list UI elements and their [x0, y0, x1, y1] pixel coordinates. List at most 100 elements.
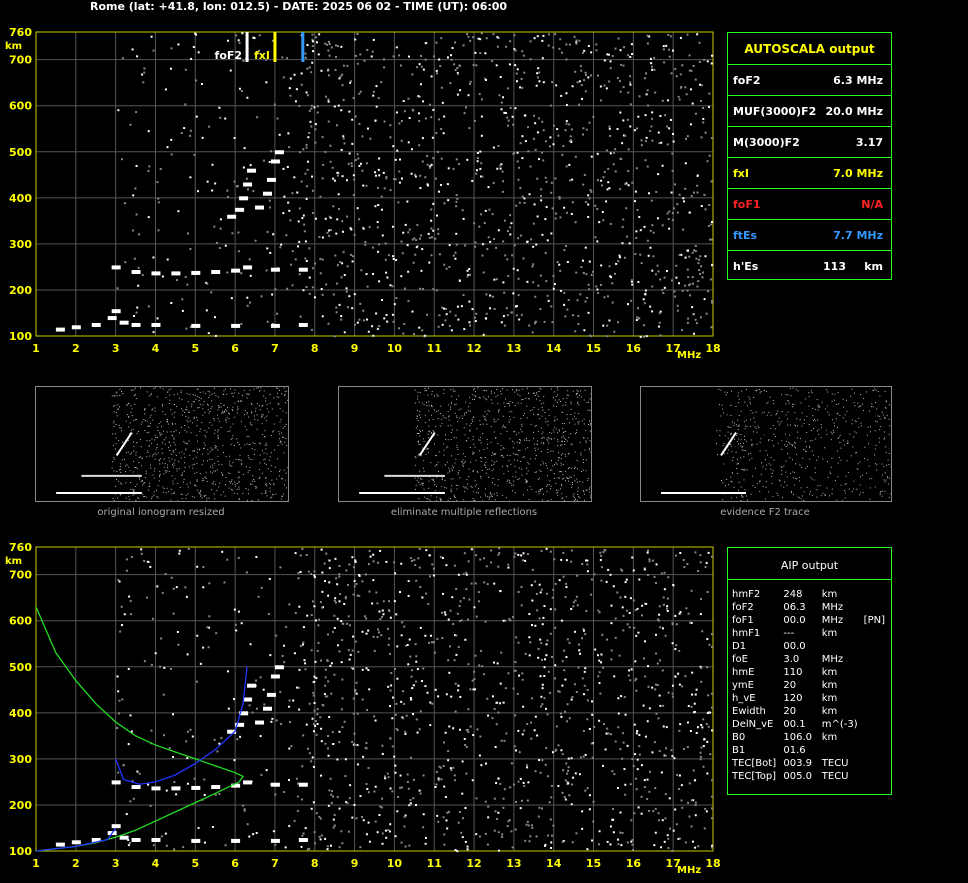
thumb-noise: [276, 415, 278, 417]
thumb-noise: [576, 468, 578, 470]
noise-dot: [588, 197, 591, 200]
noise-dot: [298, 240, 301, 243]
noise-dot: [477, 591, 480, 594]
thumb-noise: [506, 455, 508, 457]
noise-dot: [644, 72, 647, 75]
noise-dot: [693, 711, 696, 714]
noise-dot: [708, 92, 711, 95]
thumb-noise: [751, 390, 753, 392]
noise-dot: [699, 561, 702, 564]
noise-dot: [173, 848, 176, 851]
thumb-noise: [579, 481, 581, 483]
x-tick-label: 6: [231, 342, 239, 355]
noise-dot: [383, 317, 386, 320]
thumb-noise: [226, 393, 228, 395]
thumb-noise: [159, 463, 161, 465]
noise-dot: [655, 683, 658, 686]
thumb-noise: [431, 432, 433, 434]
thumb-noise: [170, 445, 172, 447]
noise-dot: [588, 260, 591, 263]
noise-dot: [336, 282, 339, 285]
thumb-noise: [536, 398, 538, 400]
thumb-noise: [855, 432, 857, 434]
noise-dot: [319, 272, 322, 275]
noise-dot: [584, 90, 587, 93]
thumb-noise: [174, 459, 176, 461]
thumb-noise: [811, 392, 813, 394]
thumb-noise: [885, 479, 887, 481]
noise-dot: [181, 298, 184, 301]
thumb-noise: [286, 390, 288, 392]
thumb-noise: [228, 455, 230, 457]
thumb-noise: [262, 414, 264, 416]
noise-dot: [309, 120, 312, 123]
thumb-noise: [149, 422, 151, 424]
thumb-noise: [261, 472, 263, 474]
thumb-noise: [873, 413, 875, 415]
noise-dot: [356, 594, 359, 597]
thumb-noise: [191, 464, 193, 466]
noise-dot: [654, 831, 657, 834]
noise-dot: [342, 135, 345, 138]
thumb-noise: [744, 428, 746, 430]
thumb-noise: [881, 441, 883, 443]
noise-dot: [311, 286, 314, 289]
thumb-noise: [423, 460, 425, 462]
noise-dot: [571, 178, 574, 181]
noise-dot: [596, 654, 599, 657]
noise-dot: [226, 271, 229, 274]
thumb-noise: [799, 419, 801, 421]
noise-dot: [614, 170, 617, 173]
noise-dot: [517, 237, 520, 240]
noise-dot: [375, 85, 378, 88]
thumb-noise: [811, 440, 813, 442]
thumb-noise: [512, 440, 514, 442]
thumb-noise: [811, 450, 813, 452]
thumb-noise: [814, 418, 816, 420]
noise-dot: [306, 168, 309, 171]
thumb-noise: [755, 390, 757, 392]
noise-dot: [411, 238, 414, 241]
thumb-noise: [285, 412, 287, 414]
thumb-noise: [788, 402, 790, 404]
noise-dot: [710, 326, 713, 329]
thumb-noise: [516, 434, 518, 436]
noise-dot: [545, 654, 548, 657]
noise-dot: [625, 235, 628, 238]
thumb-noise: [175, 405, 177, 407]
thumb-noise: [777, 466, 779, 468]
noise-dot: [468, 127, 471, 130]
thumb-noise: [832, 467, 834, 469]
thumb-noise: [459, 417, 461, 419]
noise-dot: [305, 286, 308, 289]
thumb-noise: [809, 474, 811, 476]
thumb-noise: [550, 450, 552, 452]
noise-dot: [247, 188, 250, 191]
noise-dot: [563, 649, 566, 652]
thumb-noise: [509, 500, 511, 501]
noise-dot: [387, 685, 390, 688]
thumb-noise: [546, 491, 548, 493]
noise-dot: [586, 563, 589, 566]
noise-dot: [274, 843, 277, 846]
noise-dot: [437, 820, 440, 823]
thumb-noise: [861, 425, 863, 427]
thumb-noise: [727, 431, 729, 433]
thumb-noise: [844, 421, 846, 423]
noise-dot: [468, 267, 471, 270]
noise-dot: [598, 671, 601, 674]
thumb-noise: [790, 395, 792, 397]
noise-dot: [486, 583, 489, 586]
thumb-noise: [538, 490, 540, 492]
thumb-noise: [175, 429, 177, 431]
noise-dot: [354, 115, 357, 118]
noise-dot: [568, 43, 571, 46]
thumb-noise: [816, 489, 818, 491]
noise-dot: [338, 846, 341, 849]
noise-dot: [597, 292, 600, 295]
thumb-noise: [574, 451, 576, 453]
noise-dot: [328, 229, 331, 232]
noise-dot: [560, 558, 563, 561]
noise-dot: [251, 711, 254, 714]
noise-dot: [603, 296, 606, 299]
